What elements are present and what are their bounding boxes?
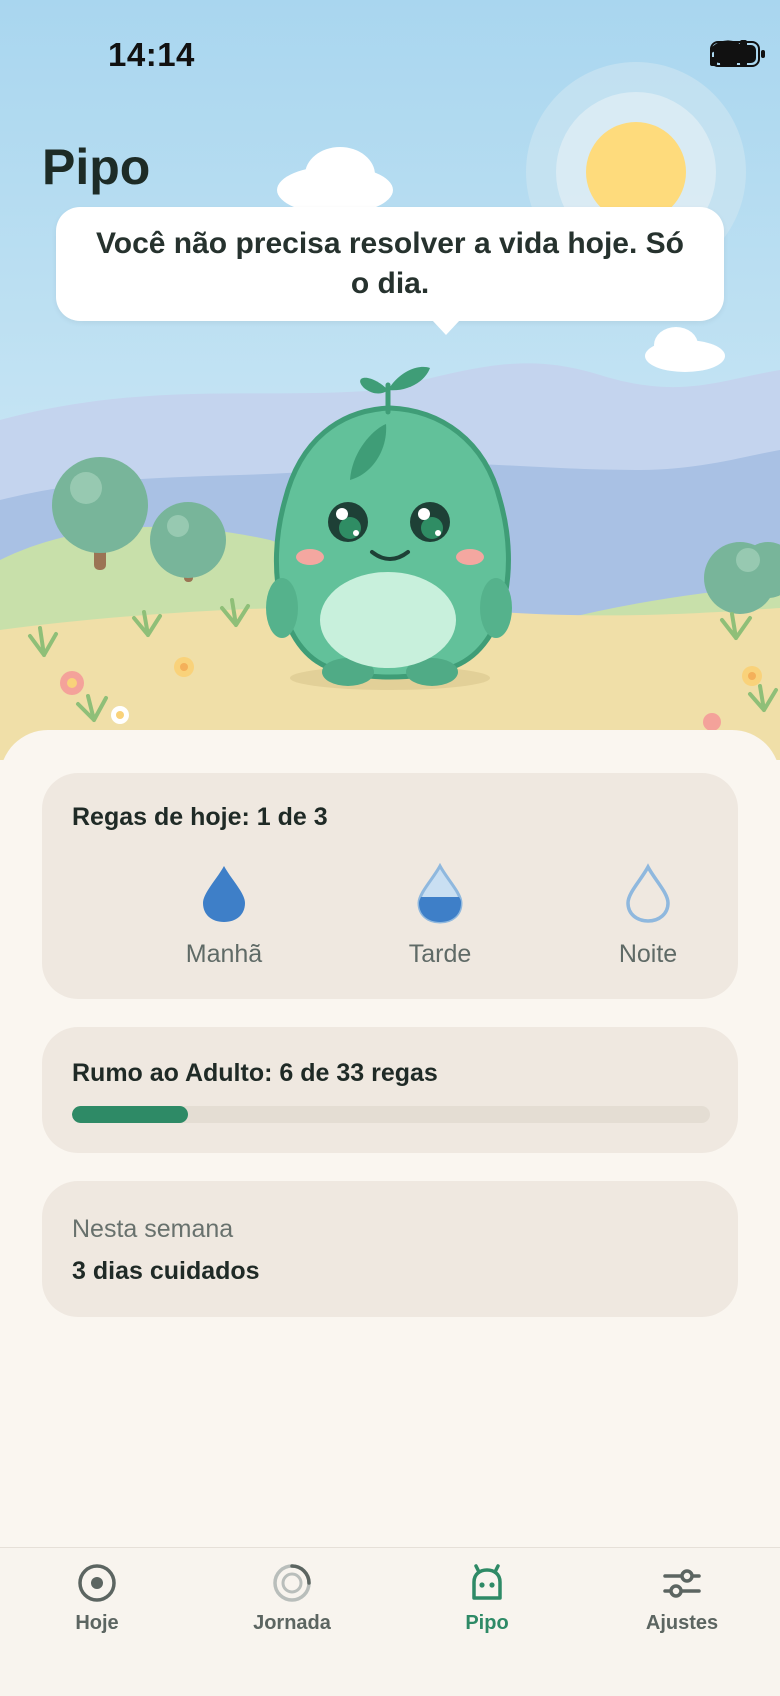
growth-progress-fill [72, 1106, 188, 1123]
watering-slot-label: Tarde [408, 940, 472, 968]
watering-slot-label: Manhã [185, 940, 263, 968]
watering-title: Regas de hoje: 1 de 3 [72, 803, 328, 831]
pet-scene: 14:14 Pipo Você não precisa resolver a v… [0, 0, 780, 760]
battery-icon [710, 41, 765, 67]
watering-slot-morning[interactable]: Manhã [144, 863, 304, 969]
target-icon [78, 1564, 116, 1602]
tab-label: Jornada [253, 1612, 331, 1634]
tab-hoje[interactable]: Hoje [17, 1562, 177, 1635]
tab-bar: Hoje Jornada Pipo Ajustes [0, 1547, 780, 1696]
page-title: Pipo [42, 139, 151, 195]
week-summary-value: 3 dias cuidados [72, 1257, 260, 1285]
scene-illustration [0, 0, 780, 760]
status-time: 14:14 [108, 36, 195, 73]
water-drop-full-icon [203, 866, 245, 922]
week-summary-label: Nesta semana [72, 1215, 234, 1243]
tab-pipo[interactable]: Pipo [407, 1562, 567, 1635]
tab-jornada[interactable]: Jornada [212, 1562, 372, 1635]
growth-progress-title: Rumo ao Adulto: 6 de 33 regas [72, 1059, 438, 1087]
speech-bubble-text: Você não precisa resolver a vida hoje. S… [95, 227, 685, 300]
week-summary-card: Nesta semana 3 dias cuidados [42, 1181, 738, 1317]
growth-progress-card: Rumo ao Adulto: 6 de 33 regas [42, 1027, 738, 1153]
sliders-icon [663, 1569, 701, 1598]
tab-label: Pipo [465, 1612, 509, 1634]
progress-ring-icon [273, 1564, 311, 1602]
watering-slot-label: Noite [618, 940, 678, 968]
tab-ajustes[interactable]: Ajustes [602, 1562, 762, 1635]
tab-label: Ajustes [645, 1612, 719, 1634]
tab-label: Hoje [75, 1612, 119, 1634]
watering-slot-afternoon[interactable]: Tarde [360, 862, 520, 969]
growth-progress-bar [72, 1106, 710, 1123]
watering-slot-night[interactable]: Noite [568, 863, 728, 969]
watering-card: Regas de hoje: 1 de 3 Manhã Tarde Noite [42, 773, 738, 999]
water-drop-empty-icon [626, 863, 670, 923]
water-drop-partial-icon [417, 862, 463, 924]
pet-icon [472, 1564, 502, 1600]
watering-slots: Manhã Tarde Noite [42, 862, 738, 973]
speech-bubble: Você não precisa resolver a vida hoje. S… [56, 207, 724, 335]
